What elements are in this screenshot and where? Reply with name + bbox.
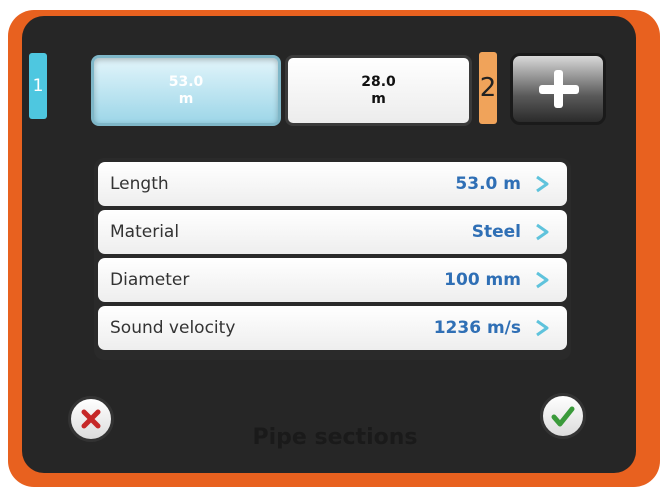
- section-1-indicator: 1: [29, 53, 47, 119]
- section-2-tab[interactable]: 28.0 m: [285, 55, 472, 126]
- confirm-button[interactable]: [540, 393, 586, 439]
- property-row-diameter[interactable]: Diameter 100 mm: [98, 258, 567, 302]
- check-icon: [551, 406, 575, 427]
- section-2-indicator: 2: [479, 52, 497, 124]
- chevron-right-icon: [536, 271, 549, 289]
- property-row-length[interactable]: Length 53.0 m: [98, 162, 567, 206]
- property-label: Diameter: [110, 270, 190, 290]
- add-section-button[interactable]: [510, 53, 606, 125]
- page-title: Pipe sections: [252, 425, 418, 450]
- property-row-material[interactable]: Material Steel: [98, 210, 567, 254]
- property-label: Sound velocity: [110, 318, 236, 338]
- property-value: 100 mm: [444, 270, 521, 290]
- property-label: Material: [110, 222, 180, 242]
- properties-list: Length 53.0 m Material Steel Diameter 10…: [94, 158, 571, 360]
- section-2-length-value: 28.0: [361, 73, 396, 90]
- chevron-right-icon: [536, 175, 549, 193]
- section-2-length-unit: m: [371, 90, 386, 107]
- cancel-button[interactable]: [68, 396, 114, 442]
- property-value: Steel: [471, 222, 521, 242]
- close-icon: [81, 409, 101, 429]
- chevron-right-icon: [536, 223, 549, 241]
- section-1-tab[interactable]: 53.0 m: [91, 55, 281, 126]
- section-1-length-unit: m: [178, 90, 194, 107]
- property-row-sound-velocity[interactable]: Sound velocity 1236 m/s: [98, 306, 567, 350]
- section-1-length-value: 53.0: [168, 73, 204, 90]
- property-value: 53.0 m: [455, 174, 521, 194]
- property-label: Length: [110, 174, 169, 194]
- chevron-right-icon: [536, 319, 549, 337]
- property-value: 1236 m/s: [433, 318, 521, 338]
